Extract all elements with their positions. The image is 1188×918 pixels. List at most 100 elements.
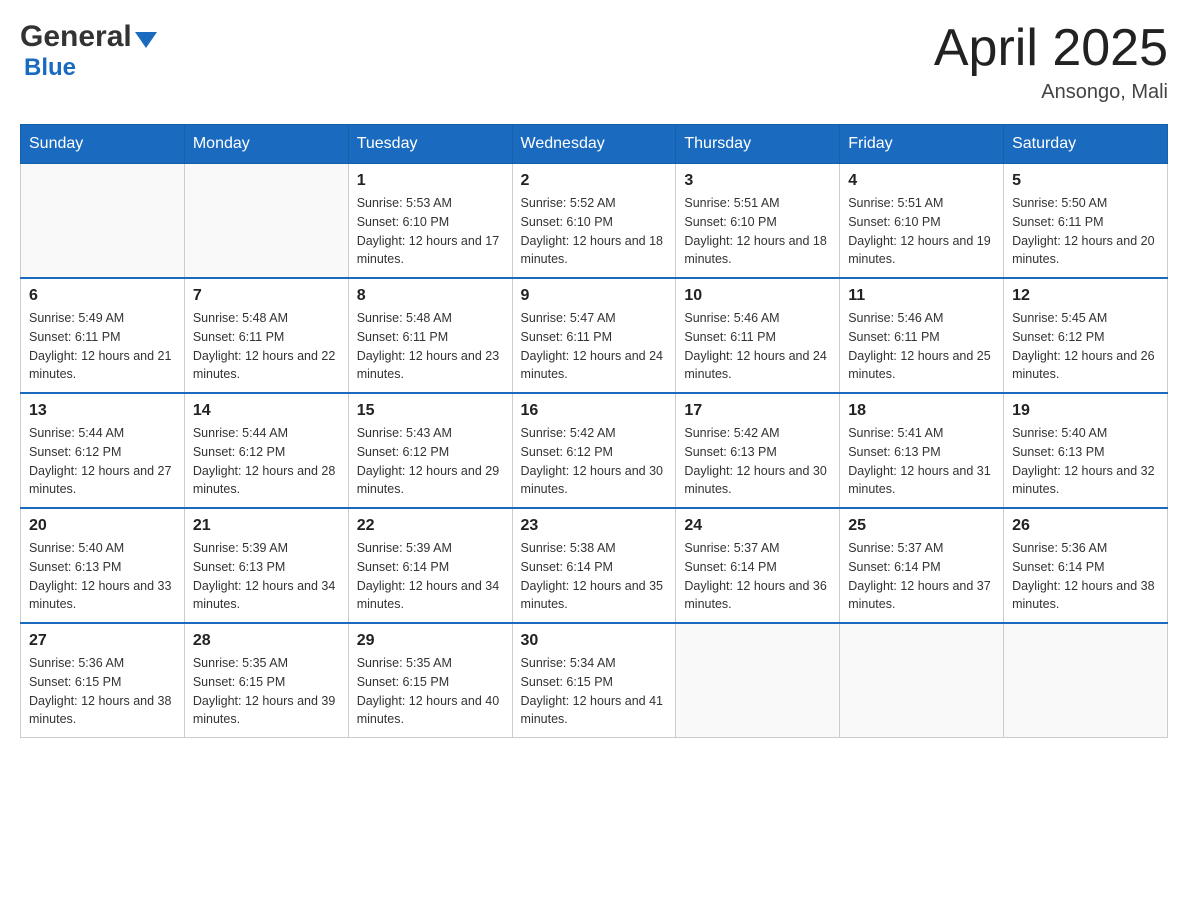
calendar-cell: 24 Sunrise: 5:37 AMSunset: 6:14 PMDayligh… (676, 508, 840, 623)
day-info: Sunrise: 5:47 AMSunset: 6:11 PMDaylight:… (521, 309, 668, 384)
day-info: Sunrise: 5:37 AMSunset: 6:14 PMDaylight:… (684, 539, 831, 614)
day-info: Sunrise: 5:40 AMSunset: 6:13 PMDaylight:… (29, 539, 176, 614)
week-row-2: 6 Sunrise: 5:49 AMSunset: 6:11 PMDaylight… (21, 278, 1168, 393)
weekday-header-saturday: Saturday (1004, 125, 1168, 164)
calendar-cell: 23 Sunrise: 5:38 AMSunset: 6:14 PMDayligh… (512, 508, 676, 623)
day-info: Sunrise: 5:51 AMSunset: 6:10 PMDaylight:… (684, 194, 831, 269)
day-info: Sunrise: 5:39 AMSunset: 6:13 PMDaylight:… (193, 539, 340, 614)
calendar-cell: 19 Sunrise: 5:40 AMSunset: 6:13 PMDayligh… (1004, 393, 1168, 508)
day-info: Sunrise: 5:42 AMSunset: 6:12 PMDaylight:… (521, 424, 668, 499)
day-number: 4 (848, 172, 995, 190)
logo: General Blue (20, 20, 157, 82)
calendar-cell: 26Sunrise: 5:36 AMSunset: 6:14 PMDayligh… (1004, 508, 1168, 623)
weekday-header-tuesday: Tuesday (348, 125, 512, 164)
day-number: 11 (848, 287, 995, 305)
week-row-1: 1Sunrise: 5:53 AMSunset: 6:10 PMDaylight… (21, 164, 1168, 279)
day-number: 18 (848, 402, 995, 420)
day-info: Sunrise: 5:48 AMSunset: 6:11 PMDaylight:… (193, 309, 340, 384)
day-number: 9 (521, 287, 668, 305)
weekday-header-sunday: Sunday (21, 125, 185, 164)
day-info: Sunrise: 5:49 AMSunset: 6:11 PMDaylight:… (29, 309, 176, 384)
day-number: 24 (684, 517, 831, 535)
day-info: Sunrise: 5:37 AMSunset: 6:14 PMDaylight:… (848, 539, 995, 614)
month-title: April 2025 (934, 20, 1168, 77)
weekday-header-thursday: Thursday (676, 125, 840, 164)
title-block: April 2025 Ansongo, Mali (934, 20, 1168, 104)
day-number: 7 (193, 287, 340, 305)
calendar-cell: 3 Sunrise: 5:51 AMSunset: 6:10 PMDaylight… (676, 164, 840, 279)
calendar-cell: 8 Sunrise: 5:48 AMSunset: 6:11 PMDaylight… (348, 278, 512, 393)
day-info: Sunrise: 5:42 AMSunset: 6:13 PMDaylight:… (684, 424, 831, 499)
weekday-header-wednesday: Wednesday (512, 125, 676, 164)
week-row-4: 20Sunrise: 5:40 AMSunset: 6:13 PMDayligh… (21, 508, 1168, 623)
logo-blue-text: Blue (24, 54, 76, 81)
day-number: 16 (521, 402, 668, 420)
calendar-cell: 27 Sunrise: 5:36 AMSunset: 6:15 PMDayligh… (21, 623, 185, 738)
day-number: 29 (357, 632, 504, 650)
day-number: 26 (1012, 517, 1159, 535)
day-number: 10 (684, 287, 831, 305)
day-info: Sunrise: 5:38 AMSunset: 6:14 PMDaylight:… (521, 539, 668, 614)
day-number: 21 (193, 517, 340, 535)
calendar-cell: 29 Sunrise: 5:35 AMSunset: 6:15 PMDayligh… (348, 623, 512, 738)
day-info: Sunrise: 5:45 AMSunset: 6:12 PMDaylight:… (1012, 309, 1159, 384)
calendar-cell: 2Sunrise: 5:52 AMSunset: 6:10 PMDaylight… (512, 164, 676, 279)
day-info: Sunrise: 5:35 AMSunset: 6:15 PMDaylight:… (193, 654, 340, 729)
day-info: Sunrise: 5:34 AMSunset: 6:15 PMDaylight:… (521, 654, 668, 729)
day-number: 19 (1012, 402, 1159, 420)
calendar-cell: 30 Sunrise: 5:34 AMSunset: 6:15 PMDayligh… (512, 623, 676, 738)
location: Ansongo, Mali (934, 81, 1168, 104)
day-info: Sunrise: 5:39 AMSunset: 6:14 PMDaylight:… (357, 539, 504, 614)
day-number: 23 (521, 517, 668, 535)
calendar-cell: 7 Sunrise: 5:48 AMSunset: 6:11 PMDaylight… (184, 278, 348, 393)
calendar-cell: 9 Sunrise: 5:47 AMSunset: 6:11 PMDaylight… (512, 278, 676, 393)
day-info: Sunrise: 5:53 AMSunset: 6:10 PMDaylight:… (357, 194, 504, 269)
day-info: Sunrise: 5:40 AMSunset: 6:13 PMDaylight:… (1012, 424, 1159, 499)
calendar-cell: 1Sunrise: 5:53 AMSunset: 6:10 PMDaylight… (348, 164, 512, 279)
calendar-cell (840, 623, 1004, 738)
page-header: General Blue April 2025 Ansongo, Mali (20, 20, 1168, 104)
day-info: Sunrise: 5:35 AMSunset: 6:15 PMDaylight:… (357, 654, 504, 729)
day-info: Sunrise: 5:46 AMSunset: 6:11 PMDaylight:… (848, 309, 995, 384)
calendar-cell: 5 Sunrise: 5:50 AMSunset: 6:11 PMDaylight… (1004, 164, 1168, 279)
day-info: Sunrise: 5:43 AMSunset: 6:12 PMDaylight:… (357, 424, 504, 499)
day-number: 17 (684, 402, 831, 420)
day-number: 14 (193, 402, 340, 420)
day-info: Sunrise: 5:48 AMSunset: 6:11 PMDaylight:… (357, 309, 504, 384)
calendar-cell: 14Sunrise: 5:44 AMSunset: 6:12 PMDayligh… (184, 393, 348, 508)
day-info: Sunrise: 5:46 AMSunset: 6:11 PMDaylight:… (684, 309, 831, 384)
calendar-cell: 17 Sunrise: 5:42 AMSunset: 6:13 PMDayligh… (676, 393, 840, 508)
calendar-cell (184, 164, 348, 279)
day-info: Sunrise: 5:50 AMSunset: 6:11 PMDaylight:… (1012, 194, 1159, 269)
weekday-header-monday: Monday (184, 125, 348, 164)
calendar-cell: 18Sunrise: 5:41 AMSunset: 6:13 PMDayligh… (840, 393, 1004, 508)
day-number: 8 (357, 287, 504, 305)
day-number: 15 (357, 402, 504, 420)
calendar-cell (1004, 623, 1168, 738)
day-info: Sunrise: 5:36 AMSunset: 6:15 PMDaylight:… (29, 654, 176, 729)
day-number: 28 (193, 632, 340, 650)
calendar-table: SundayMondayTuesdayWednesdayThursdayFrid… (20, 124, 1168, 738)
day-number: 30 (521, 632, 668, 650)
calendar-cell: 25 Sunrise: 5:37 AMSunset: 6:14 PMDayligh… (840, 508, 1004, 623)
day-number: 25 (848, 517, 995, 535)
calendar-cell: 16 Sunrise: 5:42 AMSunset: 6:12 PMDayligh… (512, 393, 676, 508)
day-number: 6 (29, 287, 176, 305)
day-number: 27 (29, 632, 176, 650)
day-number: 22 (357, 517, 504, 535)
calendar-cell: 20Sunrise: 5:40 AMSunset: 6:13 PMDayligh… (21, 508, 185, 623)
calendar-cell (21, 164, 185, 279)
day-number: 12 (1012, 287, 1159, 305)
day-number: 13 (29, 402, 176, 420)
calendar-cell: 6 Sunrise: 5:49 AMSunset: 6:11 PMDaylight… (21, 278, 185, 393)
day-info: Sunrise: 5:44 AMSunset: 6:12 PMDaylight:… (29, 424, 176, 499)
day-number: 3 (684, 172, 831, 190)
calendar-cell: 22 Sunrise: 5:39 AMSunset: 6:14 PMDayligh… (348, 508, 512, 623)
day-info: Sunrise: 5:51 AMSunset: 6:10 PMDaylight:… (848, 194, 995, 269)
calendar-cell: 4 Sunrise: 5:51 AMSunset: 6:10 PMDaylight… (840, 164, 1004, 279)
calendar-cell: 13 Sunrise: 5:44 AMSunset: 6:12 PMDayligh… (21, 393, 185, 508)
day-number: 2 (521, 172, 668, 190)
weekday-header-row: SundayMondayTuesdayWednesdayThursdayFrid… (21, 125, 1168, 164)
calendar-cell (676, 623, 840, 738)
day-number: 5 (1012, 172, 1159, 190)
